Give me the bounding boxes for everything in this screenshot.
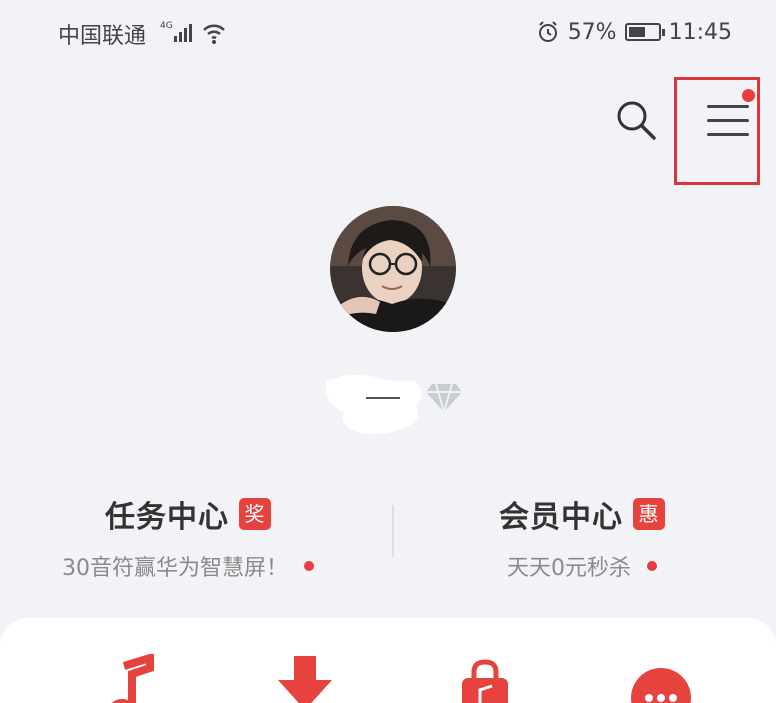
- avatar[interactable]: [330, 206, 456, 332]
- task-center-title: 任务中心: [105, 500, 229, 535]
- download-icon: [278, 656, 332, 703]
- task-center-subtitle: 30音符赢华为智慧屏！: [62, 556, 288, 581]
- status-bar: 中国联通 4G 57% 11:45: [0, 0, 776, 62]
- task-center[interactable]: 任务中心 奖 30音符赢华为智慧屏！: [28, 492, 348, 582]
- member-center-dot: [647, 561, 657, 571]
- shopping-bag-icon: [462, 659, 508, 703]
- menu-button[interactable]: [674, 77, 760, 185]
- diamond-icon: [426, 383, 462, 416]
- member-center[interactable]: 会员中心 惠 天天0元秒杀: [422, 492, 742, 582]
- search-button[interactable]: [612, 96, 660, 144]
- search-icon: [617, 101, 656, 140]
- reward-badge: 奖: [239, 498, 271, 530]
- vip-badge[interactable]: [424, 376, 464, 416]
- more-button[interactable]: [626, 654, 696, 703]
- network-type: 4G: [160, 21, 173, 31]
- discount-badge: 惠: [633, 498, 665, 530]
- task-center-title-row: 任务中心 奖: [105, 492, 271, 536]
- music-note-icon: [112, 652, 154, 703]
- member-center-subtitle-row: 天天0元秒杀: [507, 550, 657, 582]
- purchased-button[interactable]: [450, 654, 520, 703]
- avatar-image: [330, 206, 456, 332]
- member-center-subtitle: 天天0元秒杀: [507, 556, 631, 581]
- menu-icon: [707, 105, 749, 147]
- notification-dot: [742, 89, 755, 102]
- download-button[interactable]: [270, 654, 340, 703]
- local-music-button[interactable]: [100, 652, 170, 703]
- task-center-dot: [304, 561, 314, 571]
- username-redaction: [325, 374, 422, 435]
- divider: [392, 505, 394, 557]
- signal-wifi-icon: 4G: [160, 21, 225, 44]
- alarm-icon: [538, 21, 557, 42]
- task-center-subtitle-row: 30音符赢华为智慧屏！: [62, 550, 314, 582]
- battery-icon: [624, 23, 665, 41]
- status-right: 57% 11:45: [536, 18, 732, 46]
- battery-percent: 57%: [567, 19, 617, 45]
- carrier-name: 中国联通: [58, 24, 147, 49]
- member-center-title: 会员中心: [499, 500, 623, 535]
- member-center-title-row: 会员中心 惠: [499, 492, 665, 536]
- quick-actions-card: [0, 618, 776, 703]
- battery-fill: [628, 27, 645, 37]
- clock: 11:45: [668, 19, 732, 45]
- more-icon: [631, 668, 691, 703]
